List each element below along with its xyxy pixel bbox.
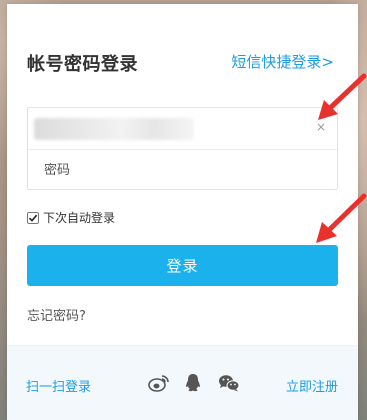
- qq-icon[interactable]: [184, 373, 204, 393]
- password-field[interactable]: [44, 162, 294, 178]
- clear-icon[interactable]: ×: [314, 120, 328, 134]
- wechat-icon[interactable]: [218, 373, 240, 393]
- login-button[interactable]: 登录: [27, 245, 338, 286]
- login-footer: 扫一扫登录 立即注册: [7, 345, 358, 420]
- register-link[interactable]: 立即注册: [286, 376, 338, 395]
- weibo-icon[interactable]: [148, 373, 169, 393]
- checkbox-checked-icon[interactable]: [27, 211, 39, 224]
- dialog-title: 帐号密码登录: [27, 54, 138, 75]
- remember-me-checkbox[interactable]: 下次自动登录: [27, 209, 115, 226]
- login-dialog: 帐号密码登录 短信快捷登录> × 下次自动登录 登录 忘记密码? 扫一扫登录 立…: [7, 4, 358, 420]
- credentials-box: ×: [27, 107, 338, 190]
- account-field[interactable]: ×: [28, 108, 337, 149]
- sms-login-link[interactable]: 短信快捷登录>: [231, 51, 334, 72]
- remember-me-label: 下次自动登录: [43, 211, 116, 225]
- blurred-account-value: [34, 118, 194, 140]
- qr-login-link[interactable]: 扫一扫登录: [26, 376, 91, 395]
- forgot-password-link[interactable]: 忘记密码?: [27, 305, 86, 324]
- password-field-row: [28, 149, 337, 190]
